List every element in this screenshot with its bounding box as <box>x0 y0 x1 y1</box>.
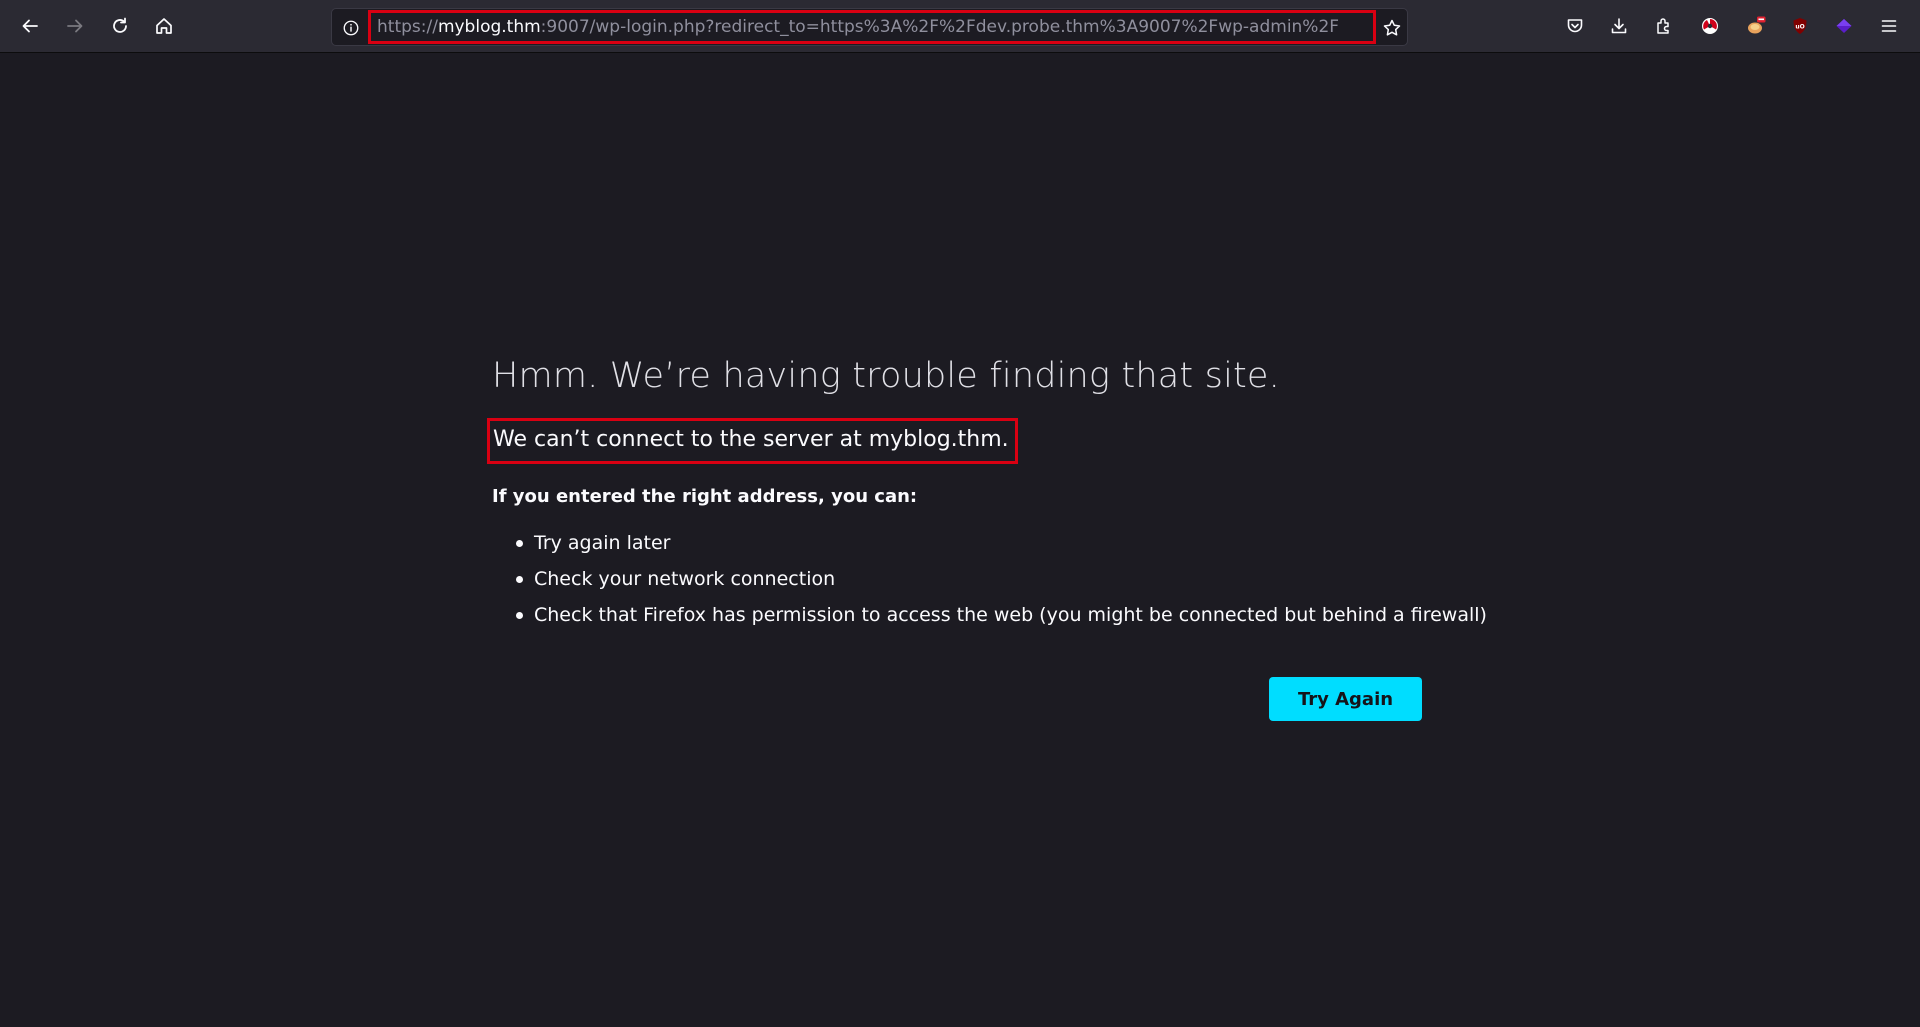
url-scheme: https:// <box>377 17 438 37</box>
extension-icon <box>1702 18 1718 34</box>
forward-button[interactable] <box>58 9 92 43</box>
extension-button-1[interactable] <box>1693 9 1727 43</box>
extensions-icon <box>1657 18 1669 34</box>
ublock-origin-icon: uO <box>1793 18 1807 34</box>
home-button[interactable] <box>147 9 181 43</box>
pocket-icon <box>1567 19 1583 33</box>
try-again-button[interactable]: Try Again <box>1269 677 1422 721</box>
error-subtitle: We can’t connect to the server at myblog… <box>487 418 1018 464</box>
extension-button-2[interactable] <box>1739 9 1773 43</box>
home-icon <box>156 18 172 34</box>
forward-arrow-icon <box>67 19 83 33</box>
back-button[interactable] <box>13 9 47 43</box>
error-title: Hmm. We’re having trouble finding that s… <box>492 356 1280 396</box>
menu-icon <box>1881 20 1897 32</box>
reload-icon <box>113 17 127 33</box>
extension-icon <box>1836 19 1852 33</box>
downloads-icon <box>1611 18 1627 34</box>
bullet-icon <box>516 576 523 583</box>
back-arrow-icon <box>22 19 38 33</box>
svg-text:uO: uO <box>1795 24 1804 31</box>
url-path: :9007/wp-login.php?redirect_to=https%3A%… <box>540 17 1340 37</box>
pocket-button[interactable] <box>1558 9 1592 43</box>
tip-text: Check that Firefox has permission to acc… <box>534 604 1487 626</box>
tip-text: Check your network connection <box>534 568 836 590</box>
downloads-button[interactable] <box>1602 9 1636 43</box>
tip-text: Try again later <box>534 532 671 554</box>
bullet-icon <box>516 612 523 619</box>
url-input[interactable]: https://myblog.thm:9007/wp-login.php?red… <box>368 10 1376 44</box>
error-page: Hmm. We’re having trouble finding that s… <box>487 350 1432 507</box>
extension-button-3[interactable] <box>1827 9 1861 43</box>
reload-button[interactable] <box>103 9 137 43</box>
ublock-button[interactable]: uO <box>1783 9 1817 43</box>
site-info-icon[interactable] <box>338 15 364 41</box>
url-host: myblog.thm <box>437 17 541 37</box>
error-lead: If you entered the right address, you ca… <box>492 486 918 507</box>
bullet-icon <box>516 540 523 547</box>
browser-toolbar: https://myblog.thm:9007/wp-login.php?red… <box>0 0 1920 53</box>
app-menu-button[interactable] <box>1872 9 1906 43</box>
extension-icon <box>1748 16 1766 34</box>
bookmark-star-icon[interactable] <box>1378 14 1406 42</box>
url-bar[interactable]: https://myblog.thm:9007/wp-login.php?red… <box>331 8 1408 46</box>
extensions-button[interactable] <box>1647 9 1681 43</box>
